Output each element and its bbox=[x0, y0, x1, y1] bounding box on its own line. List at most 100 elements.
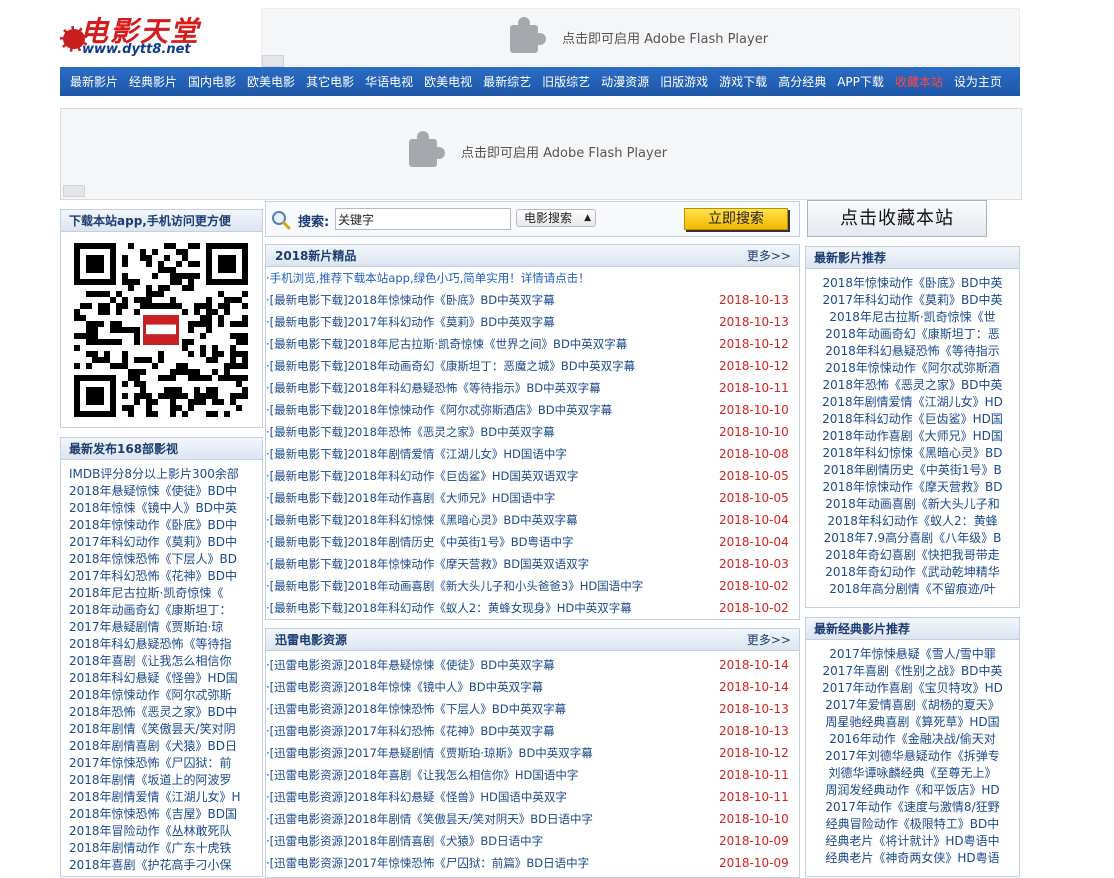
list-item[interactable]: 2018年科幻动作《巨齿鲨》HD国 bbox=[806, 411, 1019, 428]
site-logo[interactable]: 电影天堂 www.dytt8.net bbox=[60, 8, 256, 60]
search-button[interactable]: 立即搜索 bbox=[684, 208, 788, 230]
list-item[interactable]: 2018年喜剧《护花高手刁小保 bbox=[69, 857, 255, 874]
list-item[interactable]: 2018年冒险动作《丛林敢死队 bbox=[69, 823, 255, 840]
list-item[interactable]: 2018年喜剧《让我怎么相信你 bbox=[69, 653, 255, 670]
list-item[interactable]: 2018年科幻悬疑恐怖《等待指 bbox=[69, 636, 255, 653]
movie-link[interactable]: ·[迅雷电影资源]2017年科幻恐怖《花神》BD中英双字幕 bbox=[266, 720, 555, 742]
flash-placeholder-top[interactable]: 点击即可启用 Adobe Flash Player bbox=[261, 8, 1020, 67]
list-item[interactable]: 2018年动画奇幻《康斯坦丁：恶 bbox=[806, 326, 1019, 343]
list-item[interactable]: 2017年喜剧《性别之战》BD中英 bbox=[806, 663, 1019, 680]
list-item[interactable]: 2017年悬疑剧情《贾斯珀·琼 bbox=[69, 619, 255, 636]
movie-link[interactable]: ·[最新电影下载]2018年科幻动作《蚁人2：黄蜂女现身》HD中英双字幕 bbox=[266, 597, 632, 619]
list-item[interactable]: 2018年科幻惊悚《黑暗心灵》BD bbox=[806, 445, 1019, 462]
nav-item[interactable]: 收藏本站 bbox=[895, 73, 943, 90]
movie-link[interactable]: ·[迅雷电影资源]2018年剧情《笑傲昙天/笑对阴天》BD日语中字 bbox=[266, 808, 593, 830]
movie-link[interactable]: ·[最新电影下载]2018年剧情历史《中英街1号》BD粤语中字 bbox=[266, 531, 573, 553]
list-item[interactable]: 2017年动作《速度与激情8/狂野 bbox=[806, 799, 1019, 816]
movie-link[interactable]: ·[最新电影下载]2018年动画喜剧《新大头儿子和小头爸爸3》HD国语中字 bbox=[266, 575, 643, 597]
movie-link[interactable]: ·[最新电影下载]2018年动作喜剧《大师兄》HD国语中字 bbox=[266, 487, 555, 509]
list-item[interactable]: 2017年惊悚悬疑《雪人/雪中罪 bbox=[806, 646, 1019, 663]
list-item[interactable]: 2018年奇幻动作《武动乾坤精华 bbox=[806, 564, 1019, 581]
qr-code-icon[interactable] bbox=[74, 243, 248, 417]
list-item[interactable]: 2016年动作《金融决战/偷天对 bbox=[806, 731, 1019, 748]
movie-link[interactable]: ·[最新电影下载]2018年科幻悬疑恐怖《等待指示》BD中英双字幕 bbox=[266, 377, 601, 399]
new-movies-more-link[interactable]: 更多>> bbox=[747, 245, 791, 267]
list-item[interactable]: 周润发经典动作《和平饭店》HD bbox=[806, 782, 1019, 799]
movie-link[interactable]: ·[最新电影下载]2018年剧情爱情《江湖儿女》HD国语中字 bbox=[266, 443, 567, 465]
xunlei-more-link[interactable]: 更多>> bbox=[747, 629, 791, 651]
nav-item[interactable]: 设为主页 bbox=[954, 73, 1002, 90]
movie-link[interactable]: ·[迅雷电影资源]2018年科幻悬疑《怪兽》HD国语中英双字 bbox=[266, 786, 567, 808]
list-item[interactable]: 2018年剧情爱情《江湖儿女》H bbox=[69, 789, 255, 806]
list-item[interactable]: 2017年科幻恐怖《花神》BD中 bbox=[69, 568, 255, 585]
nav-item[interactable]: 最新影片 bbox=[70, 73, 118, 90]
list-item[interactable]: 刘德华谭咏麟经典《至尊无上》 bbox=[806, 765, 1019, 782]
nav-item[interactable]: 欧美电视 bbox=[424, 73, 472, 90]
nav-item[interactable]: 华语电视 bbox=[365, 73, 413, 90]
movie-link[interactable]: ·[最新电影下载]2017年科幻动作《莫莉》BD中英双字幕 bbox=[266, 311, 555, 333]
list-item[interactable]: 2018年7.9高分喜剧《八年级》B bbox=[806, 530, 1019, 547]
list-item[interactable]: 2018年尼古拉斯·凯奇惊悚《 bbox=[69, 585, 255, 602]
list-item[interactable]: 2017年科幻动作《莫莉》BD中 bbox=[69, 534, 255, 551]
list-item[interactable]: 2018年动画喜剧《新大头儿子和 bbox=[806, 496, 1019, 513]
list-item[interactable]: 2018年尼古拉斯·凯奇惊悚《世 bbox=[806, 309, 1019, 326]
list-item[interactable]: 2018年惊悚恐怖《吉屋》BD国 bbox=[69, 806, 255, 823]
movie-link[interactable]: ·[迅雷电影资源]2018年惊悚恐怖《下层人》BD中英双字幕 bbox=[266, 698, 566, 720]
movie-link[interactable]: ·[最新电影下载]2018年恐怖《恶灵之家》BD中英双字幕 bbox=[266, 421, 555, 443]
list-item[interactable]: 2018年高分剧情《不留痕迹/叶 bbox=[806, 581, 1019, 598]
list-item[interactable]: 2018年奇幻喜剧《快把我哥带走 bbox=[806, 547, 1019, 564]
list-item[interactable]: 经典老片《神奇两女侠》HD粤语 bbox=[806, 850, 1019, 867]
list-item[interactable]: 2018年惊悚动作《阿尔忒弥斯 bbox=[69, 687, 255, 704]
nav-item[interactable]: 游戏下载 bbox=[719, 73, 767, 90]
movie-link[interactable]: ·[最新电影下载]2018年科幻惊悚《黑暗心灵》BD中英双字幕 bbox=[266, 509, 578, 531]
movie-link[interactable]: ·[迅雷电影资源]2018年喜剧《让我怎么相信你》HD国语中字 bbox=[266, 764, 578, 786]
nav-item[interactable]: 旧版游戏 bbox=[660, 73, 708, 90]
nav-item[interactable]: 高分经典 bbox=[778, 73, 826, 90]
list-item[interactable]: 2017年爱情喜剧《胡杨的夏天》 bbox=[806, 697, 1019, 714]
bookmark-site-button[interactable]: 点击收藏本站 bbox=[807, 200, 987, 237]
movie-link[interactable]: ·[最新电影下载]2018年惊悚动作《阿尔忒弥斯酒店》BD中英双字幕 bbox=[266, 399, 612, 421]
nav-item[interactable]: 旧版综艺 bbox=[542, 73, 590, 90]
nav-item[interactable]: 最新综艺 bbox=[483, 73, 531, 90]
movie-link[interactable]: ·[最新电影下载]2018年尼古拉斯·凯奇惊悚《世界之间》BD中英双字幕 bbox=[266, 333, 627, 355]
movie-link[interactable]: ·[迅雷电影资源]2018年惊悚《镜中人》BD中英双字幕 bbox=[266, 676, 543, 698]
flash-placeholder-banner[interactable]: 点击即可启用 Adobe Flash Player bbox=[60, 108, 1022, 200]
movie-link[interactable]: ·[最新电影下载]2018年惊悚动作《摩天营救》BD国英双语双字 bbox=[266, 553, 589, 575]
list-item[interactable]: 2018年动画奇幻《康斯坦丁： bbox=[69, 602, 255, 619]
movie-link[interactable]: ·[迅雷电影资源]2018年悬疑惊悚《使徒》BD中英双字幕 bbox=[266, 654, 555, 676]
search-type-select[interactable]: 电影搜索 ▲ bbox=[516, 209, 596, 227]
list-item[interactable]: 2017年动作喜剧《宝贝特攻》HD bbox=[806, 680, 1019, 697]
movie-link[interactable]: ·[迅雷电影资源]2018年剧情喜剧《犬猿》BD日语中字 bbox=[266, 830, 543, 852]
list-item[interactable]: 2018年惊悚动作《卧底》BD中 bbox=[69, 517, 255, 534]
list-item[interactable]: 2017年惊悚恐怖《尸囚狱：前 bbox=[69, 755, 255, 772]
list-item[interactable]: 2018年悬疑惊悚《使徒》BD中 bbox=[69, 483, 255, 500]
nav-item[interactable]: 动漫资源 bbox=[601, 73, 649, 90]
list-item[interactable]: 2018年剧情《坂道上的阿波罗 bbox=[69, 772, 255, 789]
list-item[interactable]: 2018年科幻动作《蚁人2：黄蜂 bbox=[806, 513, 1019, 530]
list-item[interactable]: 2018年恐怖《恶灵之家》BD中 bbox=[69, 704, 255, 721]
list-item[interactable]: 2018年惊悚动作《卧底》BD中英 bbox=[806, 275, 1019, 292]
app-notice-link[interactable]: ·手机浏览,推荐下载本站app,绿色小巧,简单实用！详情请点击！ bbox=[266, 267, 799, 289]
list-item[interactable]: 2018年动作喜剧《大师兄》HD国 bbox=[806, 428, 1019, 445]
list-item[interactable]: 2018年惊悚《镜中人》BD中英 bbox=[69, 500, 255, 517]
nav-item[interactable]: APP下载 bbox=[837, 73, 884, 90]
movie-link[interactable]: ·[最新电影下载]2018年科幻动作《巨齿鲨》HD国英双语双字 bbox=[266, 465, 578, 487]
list-item[interactable]: 2018年剧情爱情《江湖儿女》HD bbox=[806, 394, 1019, 411]
list-item[interactable]: 2018年剧情喜剧《犬猿》BD日 bbox=[69, 738, 255, 755]
movie-link[interactable]: ·[迅雷电影资源]2017年悬疑剧情《贾斯珀·琼斯》BD中英双字幕 bbox=[266, 742, 593, 764]
list-item[interactable]: IMDB评分8分以上影片300余部 bbox=[69, 466, 255, 483]
list-item[interactable]: 2018年惊悚动作《阿尔忒弥斯酒 bbox=[806, 360, 1019, 377]
list-item[interactable]: 2017年科幻动作《莫莉》BD中英 bbox=[806, 292, 1019, 309]
search-input[interactable] bbox=[335, 208, 511, 230]
list-item[interactable]: 经典冒险动作《极限特工》BD中 bbox=[806, 816, 1019, 833]
movie-link[interactable]: ·[最新电影下载]2018年惊悚动作《卧底》BD中英双字幕 bbox=[266, 289, 555, 311]
movie-link[interactable]: ·[最新电影下载]2018年动画奇幻《康斯坦丁：恶魔之城》BD中英双字幕 bbox=[266, 355, 635, 377]
list-item[interactable]: 2018年科幻悬疑恐怖《等待指示 bbox=[806, 343, 1019, 360]
nav-item[interactable]: 欧美电影 bbox=[247, 73, 295, 90]
list-item[interactable]: 2018年科幻悬疑《怪兽》HD国 bbox=[69, 670, 255, 687]
list-item[interactable]: 2018年恐怖《恶灵之家》BD中英 bbox=[806, 377, 1019, 394]
list-item[interactable]: 2017年刘德华悬疑动作《拆弹专 bbox=[806, 748, 1019, 765]
list-item[interactable]: 经典老片《将计就计》HD粤语中 bbox=[806, 833, 1019, 850]
list-item[interactable]: 周星驰经典喜剧《算死草》HD国 bbox=[806, 714, 1019, 731]
nav-item[interactable]: 其它电影 bbox=[306, 73, 354, 90]
